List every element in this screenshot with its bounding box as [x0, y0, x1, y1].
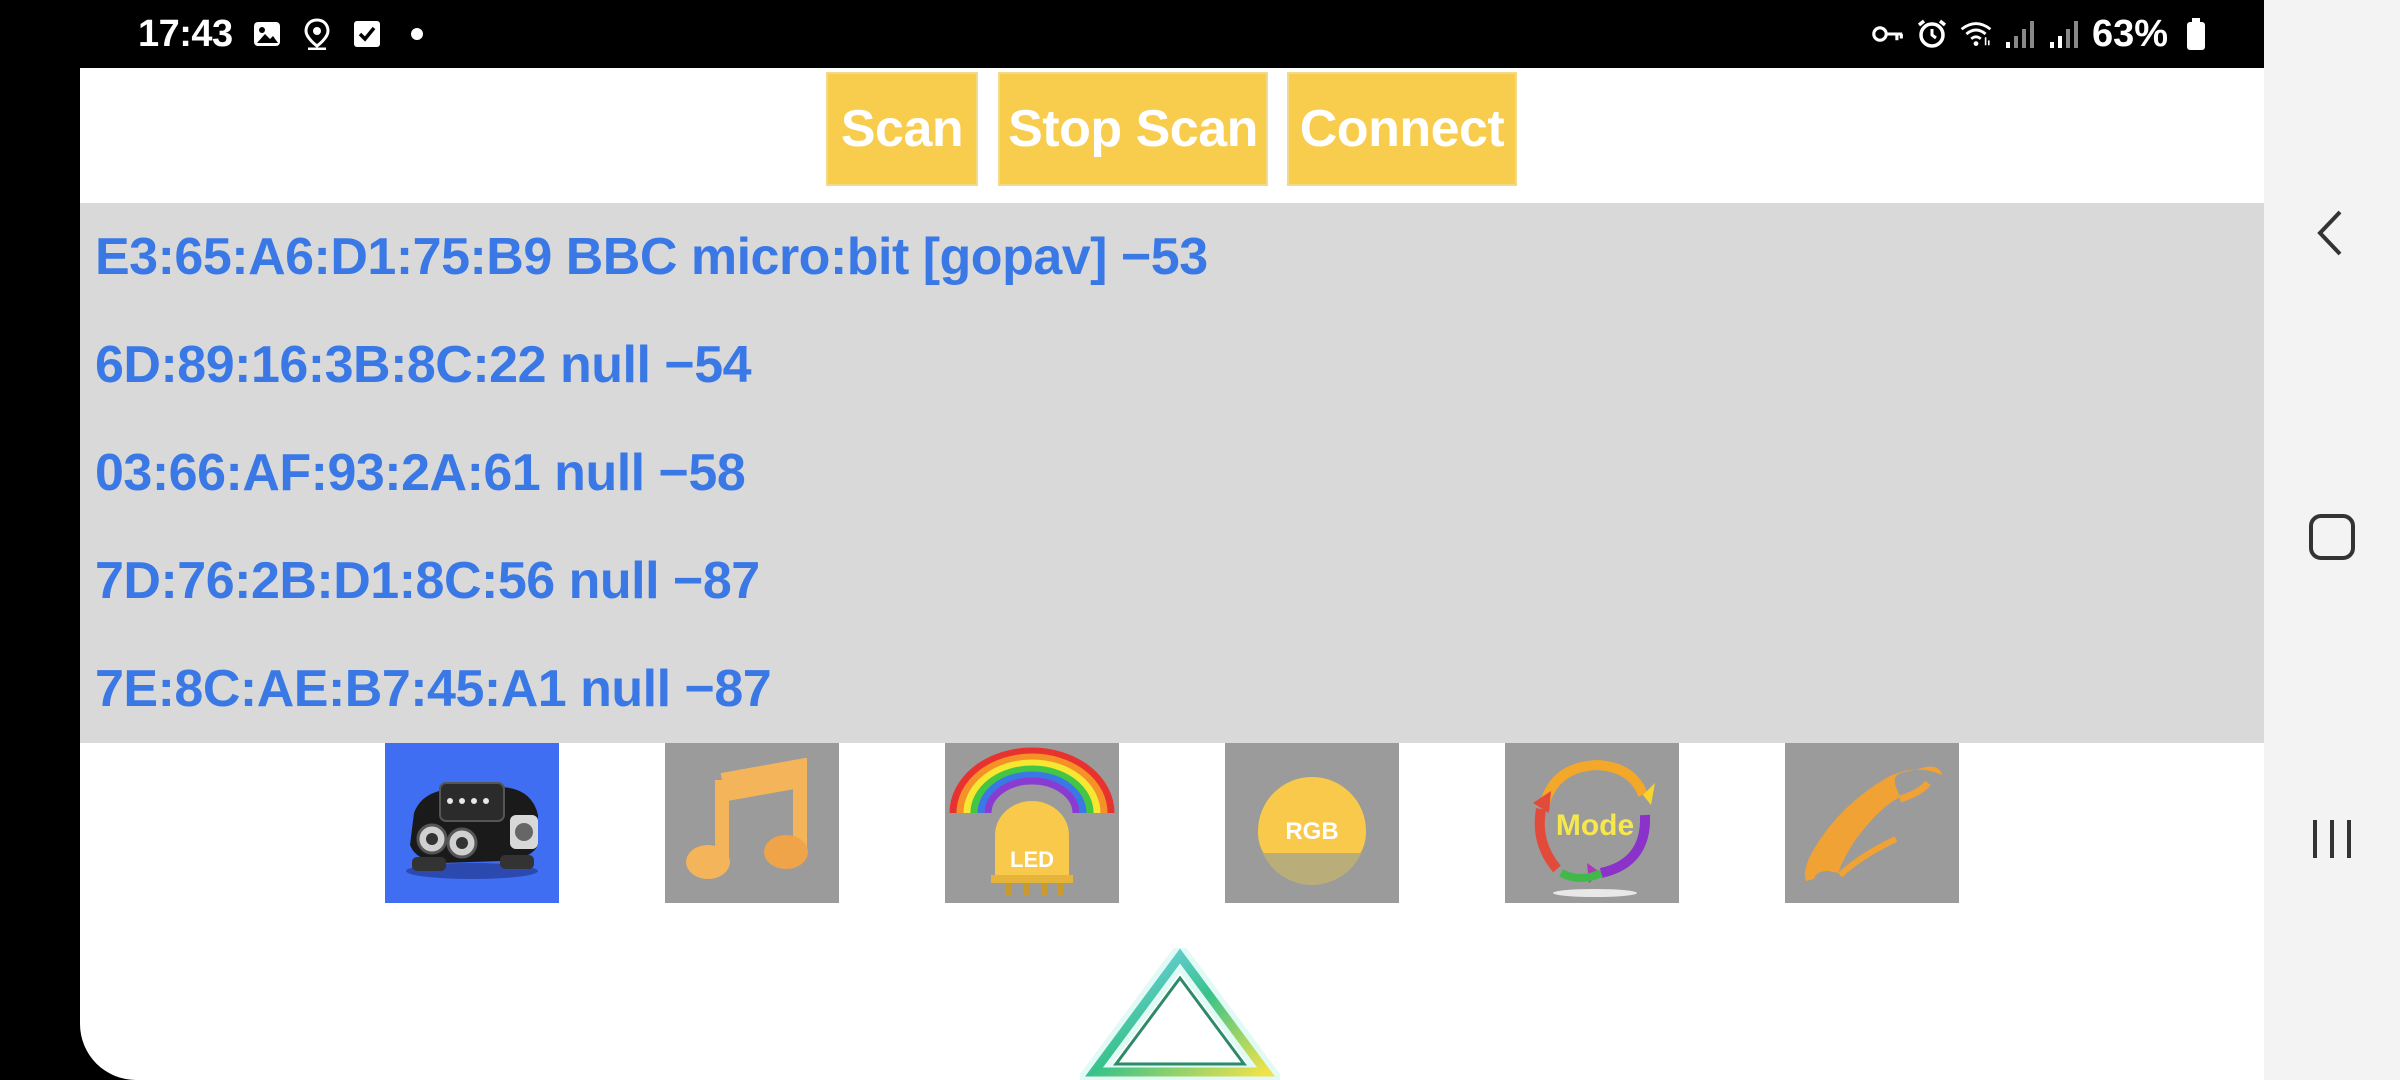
phone-icon	[1805, 766, 1942, 881]
led-tile[interactable]: LED	[945, 743, 1119, 903]
stop-scan-button[interactable]: Stop Scan	[998, 72, 1268, 186]
alarm-icon	[1916, 18, 1948, 50]
rgb-bulb-icon: RGB	[1258, 777, 1366, 885]
triangle-up-icon	[1080, 948, 1280, 1080]
connect-button[interactable]: Connect	[1287, 72, 1517, 186]
toolbar: Scan Stop Scan Connect	[80, 68, 2264, 203]
robot-car-icon	[406, 782, 538, 879]
back-button[interactable]	[2264, 208, 2400, 258]
rgb-label: RGB	[1285, 818, 1338, 845]
feature-tiles: LED RGB Mode	[80, 743, 2264, 905]
signal-icon	[2048, 18, 2080, 50]
mode-label: Mode	[1556, 809, 1634, 842]
status-bar: 17:43 63%	[80, 0, 2220, 68]
recents-icon	[2313, 820, 2351, 858]
device-list-item[interactable]: 03:66:AF:93:2A:61 null −58	[80, 419, 2264, 527]
dot-icon	[401, 18, 433, 50]
home-icon	[2309, 514, 2355, 560]
rainbow-led-icon: LED	[949, 747, 1115, 895]
mode-cycle-icon: Mode	[1533, 759, 1655, 897]
device-list-item[interactable]: 6D:89:16:3B:8C:22 null −54	[80, 311, 2264, 419]
image-icon	[251, 18, 283, 50]
music-tile[interactable]	[665, 743, 839, 903]
status-time: 17:43	[138, 12, 233, 55]
rgb-tile[interactable]: RGB	[1225, 743, 1399, 903]
signal-icon	[2004, 18, 2036, 50]
mode-tile[interactable]: Mode	[1505, 743, 1679, 903]
back-icon	[2317, 210, 2342, 256]
device-list-item[interactable]: E3:65:A6:D1:75:B9 BBC micro:bit [gopav] …	[80, 203, 2264, 311]
checkbox-icon	[351, 18, 383, 50]
device-list-item[interactable]: 7E:8C:AE:B7:45:A1 null −87	[80, 635, 2264, 743]
location-icon	[301, 18, 333, 50]
battery-percent: 63%	[2091, 12, 2168, 55]
device-list: E3:65:A6:D1:75:B9 BBC micro:bit [gopav] …	[80, 203, 2264, 743]
device-list-item[interactable]: 7D:76:2B:D1:8C:56 null −87	[80, 527, 2264, 635]
recents-button[interactable]	[2264, 816, 2400, 862]
forward-arrow-button[interactable]	[1080, 948, 1280, 1080]
app-screen: Scan Stop Scan Connect E3:65:A6:D1:75:B9…	[80, 68, 2264, 1080]
scan-button[interactable]: Scan	[826, 72, 978, 186]
phone-tile[interactable]	[1785, 743, 1959, 903]
vpn-key-icon	[1872, 18, 1904, 50]
led-label: LED	[1010, 847, 1054, 872]
robot-car-tile[interactable]	[385, 743, 559, 903]
navigation-bar	[2264, 0, 2400, 1080]
home-button[interactable]	[2264, 512, 2400, 562]
wifi-icon	[1960, 18, 1992, 50]
battery-icon	[2180, 18, 2212, 50]
music-note-icon	[686, 758, 808, 879]
